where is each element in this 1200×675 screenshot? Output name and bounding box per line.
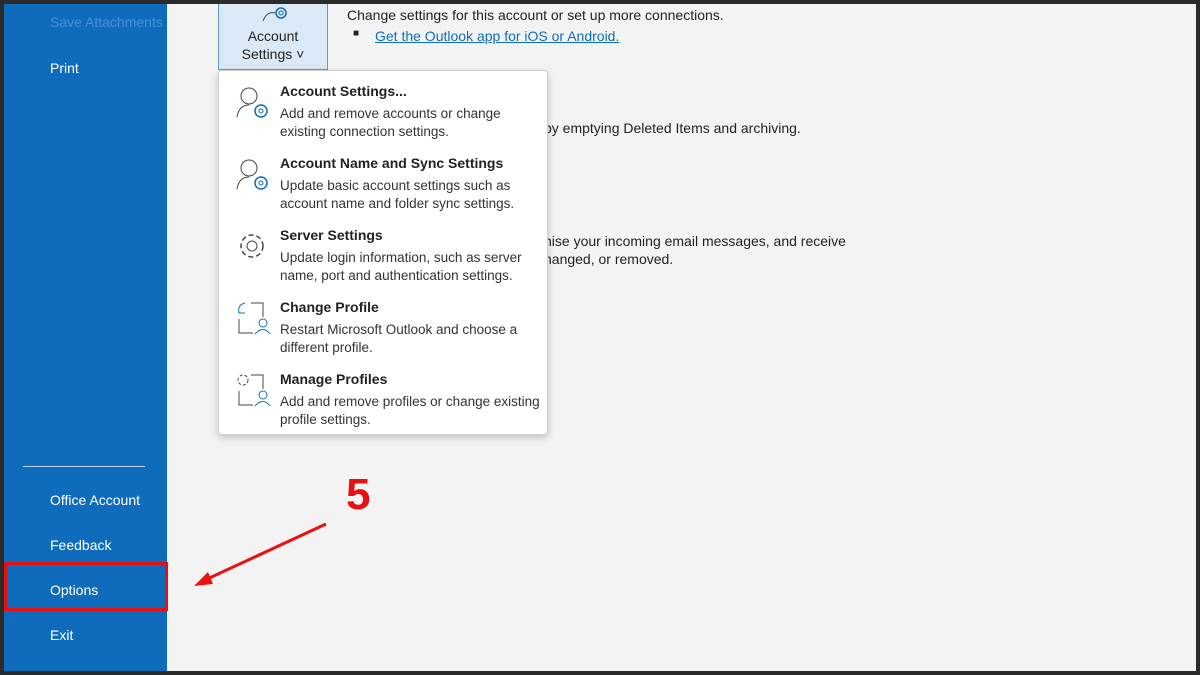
annotation-arrow-icon [194,522,327,586]
